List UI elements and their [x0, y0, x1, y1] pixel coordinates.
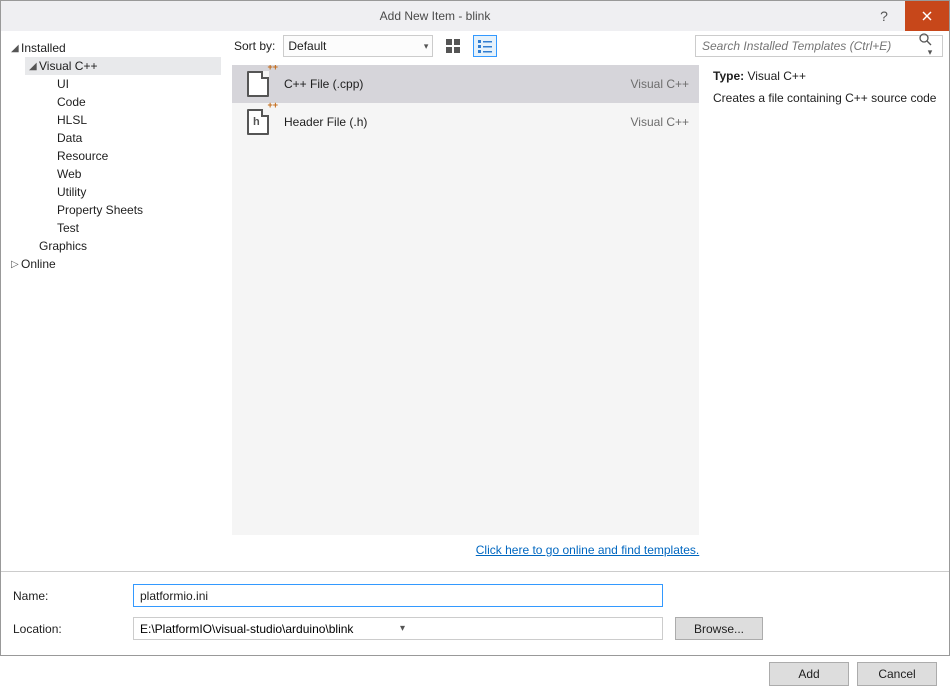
- browse-button[interactable]: Browse...: [675, 617, 763, 640]
- name-input[interactable]: [133, 584, 663, 607]
- chevron-down-icon: ▾: [396, 623, 660, 634]
- tree-leaf-test[interactable]: Test: [43, 219, 221, 237]
- sort-label: Sort by:: [234, 39, 275, 53]
- tree-label: Visual C++: [39, 59, 97, 73]
- tree-node-installed[interactable]: ◢ Installed: [7, 39, 221, 57]
- file-icon: h ++: [242, 106, 274, 138]
- tree-leaf-ui[interactable]: UI: [43, 75, 221, 93]
- tree-leaf-data[interactable]: Data: [43, 129, 221, 147]
- add-button[interactable]: Add: [769, 662, 849, 686]
- help-button[interactable]: ?: [869, 8, 899, 24]
- template-list: ++ C++ File (.cpp) Visual C++ h ++ Heade…: [232, 65, 699, 535]
- sort-value: Default: [288, 39, 326, 53]
- tree-leaf-graphics[interactable]: Graphics: [25, 237, 221, 255]
- category-tree: ◢ Installed ◢ Visual C++ UI Code HLSL Da…: [1, 31, 226, 571]
- type-value: Visual C++: [747, 69, 805, 83]
- close-icon: [922, 11, 932, 21]
- file-icon: ++: [242, 68, 274, 100]
- tree-node-visual-cpp[interactable]: ◢ Visual C++: [25, 57, 221, 75]
- view-list-button[interactable]: [473, 35, 497, 57]
- tree-label: Online: [21, 257, 56, 271]
- search-icon[interactable]: ▾: [918, 32, 942, 60]
- name-label: Name:: [13, 589, 133, 603]
- chevron-down-icon: ◢: [29, 61, 39, 72]
- tree-leaf-hlsl[interactable]: HLSL: [43, 111, 221, 129]
- type-description: Creates a file containing C++ source cod…: [713, 91, 939, 105]
- tree-leaf-property-sheets[interactable]: Property Sheets: [43, 201, 221, 219]
- template-lang: Visual C++: [631, 115, 689, 129]
- location-value: E:\PlatformIO\visual-studio\arduino\blin…: [140, 622, 396, 636]
- tree-node-online[interactable]: ▷ Online: [7, 255, 221, 273]
- sort-dropdown[interactable]: Default ▾: [283, 35, 433, 57]
- template-name: Header File (.h): [284, 115, 631, 129]
- search-box[interactable]: ▾: [695, 35, 943, 57]
- tree-leaf-resource[interactable]: Resource: [43, 147, 221, 165]
- tiles-icon: [446, 39, 460, 53]
- tree-leaf-code[interactable]: Code: [43, 93, 221, 111]
- type-label: Type:: [713, 69, 744, 83]
- window-title: Add New Item - blink: [1, 9, 869, 23]
- location-label: Location:: [13, 622, 133, 636]
- template-item-header[interactable]: h ++ Header File (.h) Visual C++: [232, 103, 699, 141]
- chevron-right-icon: ▷: [11, 259, 21, 270]
- template-name: C++ File (.cpp): [284, 77, 631, 91]
- tree-leaf-utility[interactable]: Utility: [43, 183, 221, 201]
- list-icon: [478, 39, 492, 53]
- cancel-button[interactable]: Cancel: [857, 662, 937, 686]
- tree-leaf-web[interactable]: Web: [43, 165, 221, 183]
- location-combo[interactable]: E:\PlatformIO\visual-studio\arduino\blin…: [133, 617, 663, 640]
- tree-label: Installed: [21, 41, 66, 55]
- online-templates-link[interactable]: Click here to go online and find templat…: [476, 543, 699, 557]
- details-pane: Type: Visual C++ Creates a file containi…: [699, 65, 949, 535]
- chevron-down-icon: ◢: [11, 43, 21, 54]
- view-tiles-button[interactable]: [441, 35, 465, 57]
- template-lang: Visual C++: [631, 77, 689, 91]
- title-bar: Add New Item - blink ?: [1, 1, 949, 31]
- template-item-cpp[interactable]: ++ C++ File (.cpp) Visual C++: [232, 65, 699, 103]
- close-button[interactable]: [905, 1, 949, 31]
- chevron-down-icon: ▾: [424, 41, 429, 52]
- search-input[interactable]: [696, 39, 918, 53]
